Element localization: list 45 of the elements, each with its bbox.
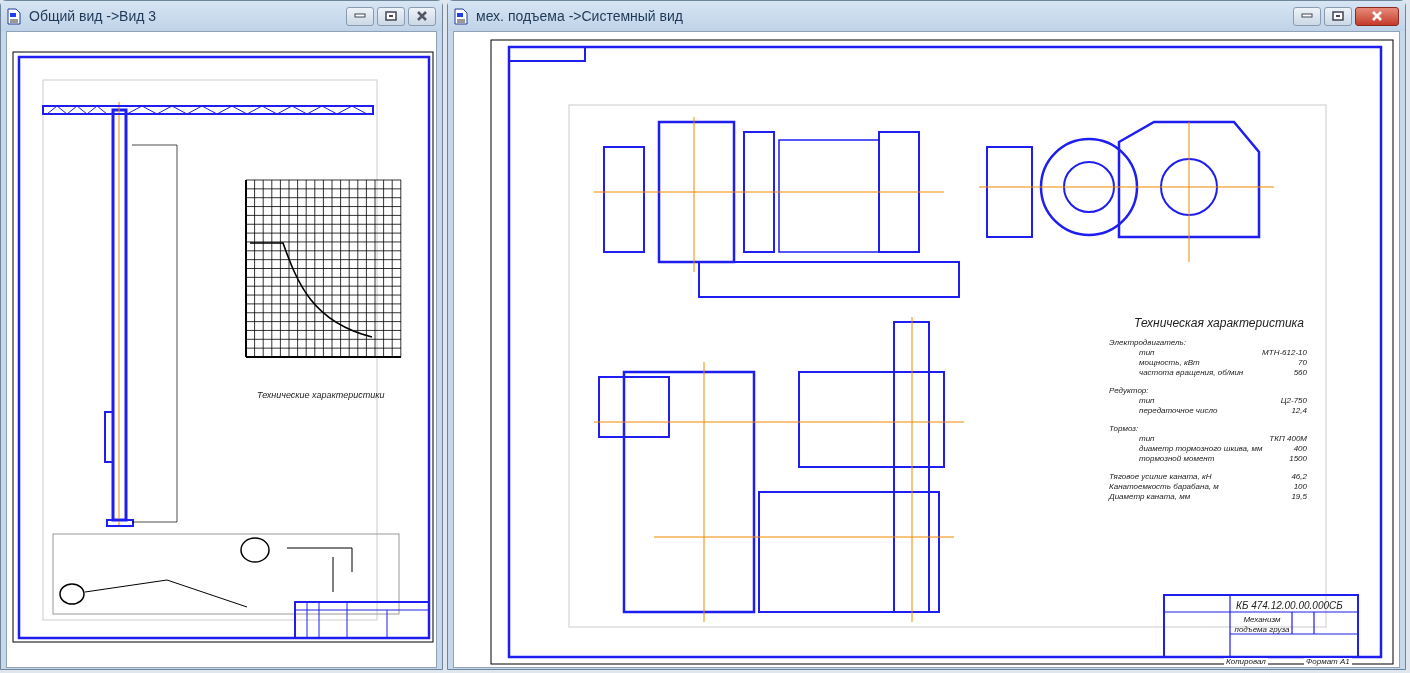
spec-label: Тормоз: — [1109, 423, 1139, 435]
spec-value: ТКП 400М — [1269, 433, 1307, 445]
document-icon — [7, 7, 21, 25]
spec-label: тип — [1139, 395, 1155, 407]
spec-label: Диаметр каната, мм — [1109, 491, 1191, 503]
maximize-button[interactable] — [1324, 6, 1352, 26]
spec-label: диаметр тормозного шкива, мм — [1139, 443, 1263, 455]
spec-heading: Техническая характеристика — [1134, 315, 1304, 332]
drawing-designation: КБ 474.12.00.00.000СБ — [1236, 599, 1343, 613]
maximize-icon — [1332, 11, 1344, 21]
spec-label: тип — [1139, 347, 1155, 359]
spec-value: 1500 — [1289, 453, 1307, 465]
maximize-button[interactable] — [377, 6, 405, 26]
spec-value: 46,2 — [1291, 471, 1307, 483]
close-icon — [416, 11, 428, 21]
spec-label: Редуктор: — [1109, 385, 1149, 397]
spec-value: МТН-612-10 — [1262, 347, 1307, 359]
spec-label: Электродвигатель: — [1109, 337, 1186, 349]
window-title: мех. подъема ->Системный вид — [476, 6, 683, 26]
minimize-icon — [354, 13, 366, 19]
drawing-name: Механизм подъема груза — [1233, 615, 1291, 635]
minimize-icon — [1301, 13, 1313, 19]
spec-label: тип — [1139, 433, 1155, 445]
maximize-icon — [385, 11, 397, 21]
spec-value: 400 — [1293, 443, 1307, 455]
spec-label: передаточное число — [1139, 405, 1218, 417]
spec-label: тормозной момент — [1139, 453, 1215, 465]
close-button[interactable] — [1355, 6, 1399, 26]
window-title: Общий вид ->Вид 3 — [29, 6, 157, 26]
spec-label: Канатоемкость барабана, м — [1109, 481, 1219, 493]
sheet-footer-text: Копировал — [1224, 658, 1268, 666]
spec-label: Тяговое усилие каната, кН — [1109, 471, 1212, 483]
document-icon — [454, 7, 468, 25]
spec-value: Ц2-750 — [1280, 395, 1307, 407]
close-button[interactable] — [408, 6, 436, 26]
spec-label: частота вращения, об/мин — [1139, 367, 1244, 379]
spec-value: 100 — [1293, 481, 1307, 493]
spec-value: 19,5 — [1291, 491, 1307, 503]
spec-label: мощность, кВт — [1139, 357, 1200, 369]
close-icon — [1371, 11, 1383, 21]
sheet-footer-text: Формат А1 — [1304, 658, 1352, 666]
spec-value: 560 — [1293, 367, 1307, 379]
spec-value: 12,4 — [1291, 405, 1307, 417]
spec-heading: Технические характеристики — [257, 389, 385, 402]
spec-value: 70 — [1298, 357, 1307, 369]
